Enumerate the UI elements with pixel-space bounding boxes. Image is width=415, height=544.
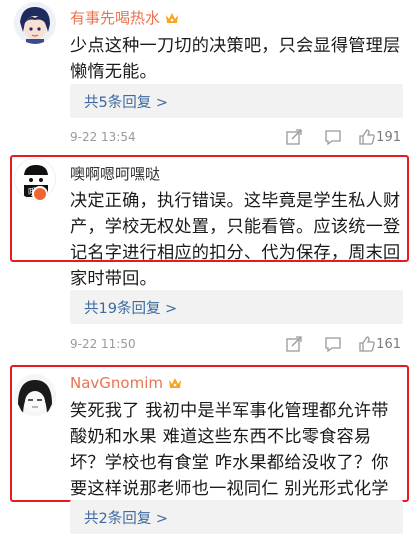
crown-icon: [166, 13, 179, 23]
avatar[interactable]: [14, 2, 56, 44]
verified-badge-icon: [32, 186, 48, 202]
comment-meta: 9-22 13:54 191: [70, 128, 403, 148]
username[interactable]: 有事先喝热水: [70, 8, 179, 28]
username-text: 有事先喝热水: [70, 9, 161, 27]
timestamp: 9-22 13:54: [70, 130, 136, 144]
comment-meta: 9-22 11:50 161: [70, 335, 403, 355]
replies-label: 共2条回复 >: [84, 511, 168, 527]
sketch-face-avatar-icon: [14, 374, 56, 416]
crown-icon: [169, 378, 181, 388]
like-icon[interactable]: [358, 335, 376, 353]
share-icon[interactable]: [285, 128, 303, 146]
comment-text: 少点这种一刀切的决策吧，只会显得管理层懒惰无能。: [70, 36, 401, 82]
like-count: 161: [376, 337, 401, 352]
replies-link[interactable]: 共2条回复 >: [70, 500, 403, 534]
like-icon[interactable]: [358, 128, 376, 146]
anime-avatar-icon: [14, 2, 56, 44]
comment-text: 决定正确，执行错误。这毕竟是学生私人财产，学校无权处置，只能看管。应该统一登记名…: [70, 191, 401, 289]
username-text: NavGnomim: [70, 374, 163, 392]
avatar[interactable]: [14, 374, 56, 416]
replies-label: 共19条回复 >: [84, 301, 178, 317]
replies-label: 共5条回复 >: [84, 95, 168, 111]
replies-link[interactable]: 共19条回复 >: [70, 290, 403, 324]
like-count: 191: [376, 130, 401, 145]
comment-icon[interactable]: [324, 335, 342, 353]
username[interactable]: 噢啊嗯呵嘿哒: [70, 164, 160, 184]
username-text: 噢啊嗯呵嘿哒: [70, 165, 161, 183]
comment-icon[interactable]: [324, 128, 342, 146]
timestamp: 9-22 11:50: [70, 337, 136, 351]
username[interactable]: NavGnomim: [70, 373, 182, 393]
replies-link[interactable]: 共5条回复 >: [70, 84, 403, 118]
share-icon[interactable]: [285, 335, 303, 353]
